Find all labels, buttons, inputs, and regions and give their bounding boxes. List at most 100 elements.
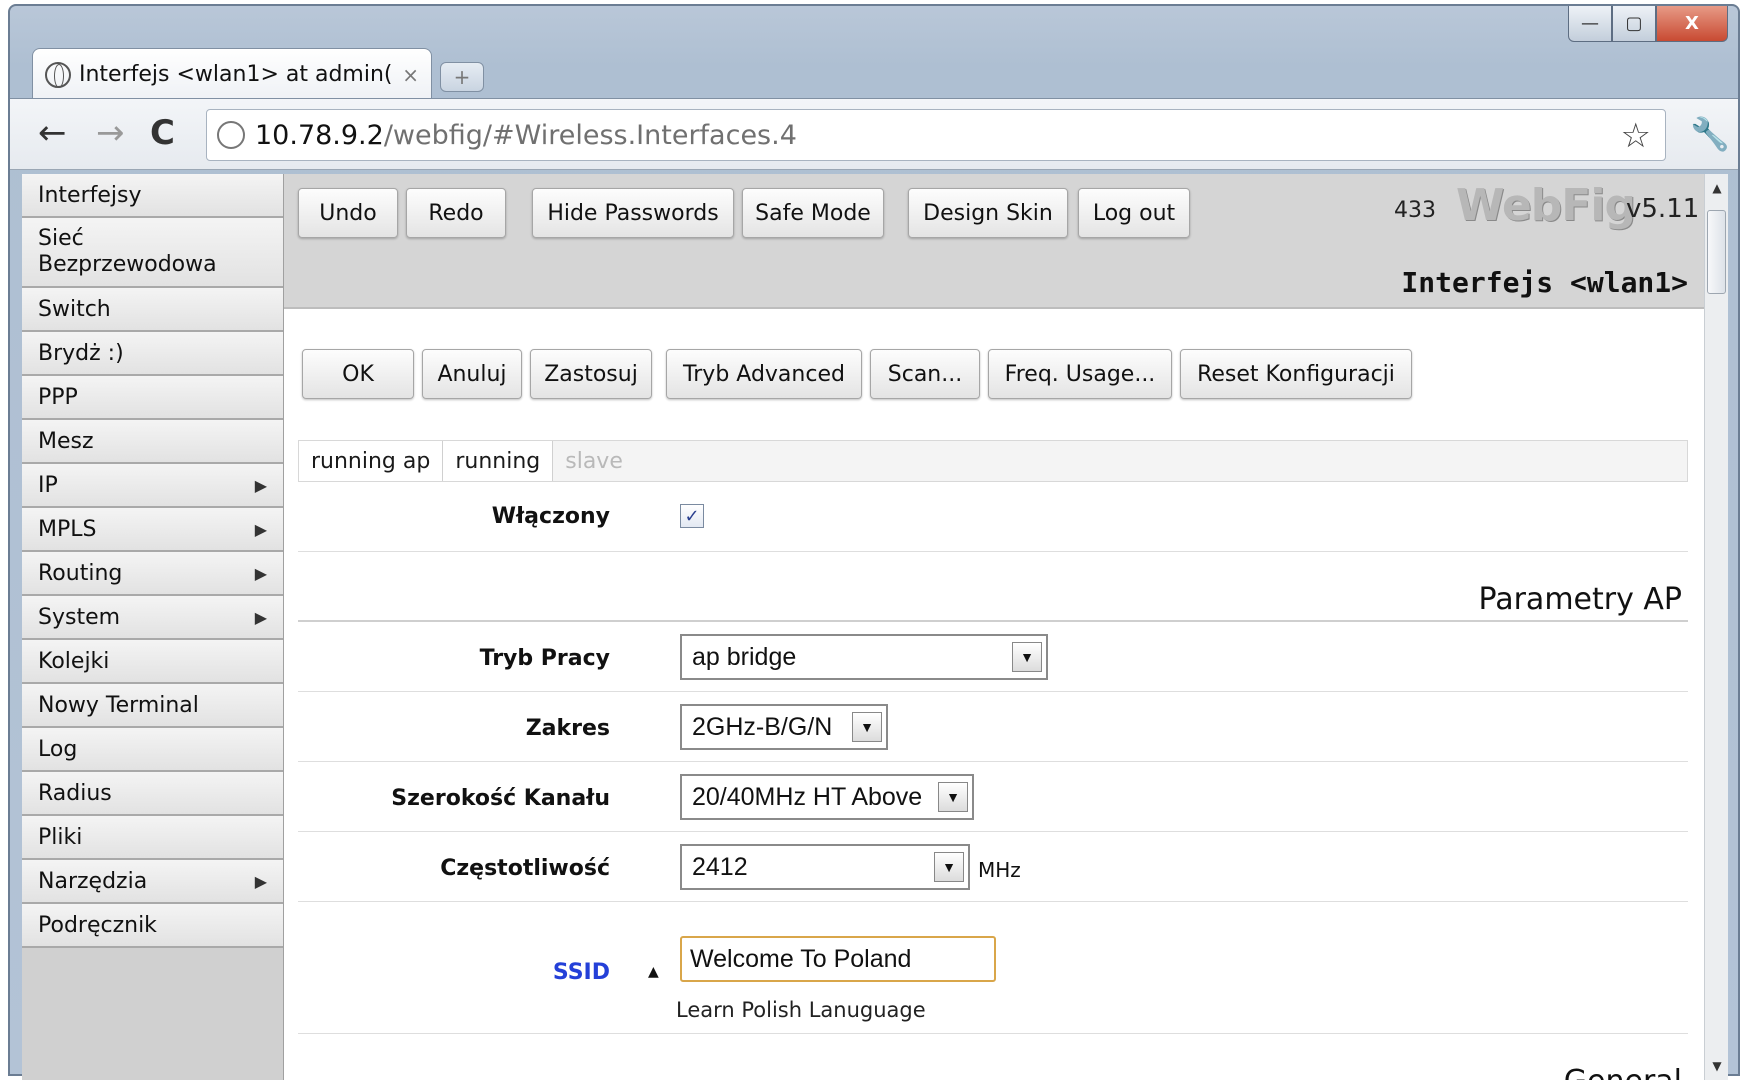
sidebar-item-label: IP [38, 472, 58, 498]
maximize-button[interactable]: ▢ [1612, 6, 1656, 42]
sidebar-item-label: Mesz [38, 428, 94, 454]
scroll-down-icon[interactable]: ▼ [1705, 1052, 1728, 1080]
status-bar: running ap running slave [298, 440, 1688, 482]
sidebar-item-label: Pliki [38, 824, 83, 850]
sidebar-item-label: Switch [38, 296, 111, 322]
browser-tab[interactable]: Interfejs <wlan1> at admin( × [32, 48, 432, 100]
sidebar-item-label: Routing [38, 560, 123, 586]
scan-button[interactable]: Scan... [870, 349, 980, 399]
sidebar-item[interactable]: Sieć Bezprzewodowa [22, 218, 283, 288]
sidebar-item[interactable]: MPLS ▶ [22, 508, 283, 552]
band-select[interactable]: 2GHz-B/G/N ▼ [680, 704, 888, 750]
scroll-up-icon[interactable]: ▲ [1705, 174, 1728, 202]
sidebar-menu: Interfejsy Sieć Bezprzewodowa Switch Brydż … [22, 174, 284, 1080]
submenu-arrow-icon: ▶ [254, 475, 267, 495]
cancel-button[interactable]: Anuluj [422, 349, 522, 399]
minimize-button[interactable]: — [1568, 6, 1612, 42]
status-running-ap: running ap [299, 441, 444, 481]
sidebar-item[interactable]: PPP [22, 376, 283, 420]
sidebar-item[interactable]: Switch [22, 288, 283, 332]
bookmark-star-icon[interactable]: ☆ [1621, 116, 1651, 156]
ssid-row: SSID ▲ Welcome To Poland [298, 936, 1688, 992]
address-bar[interactable]: 10.78.9.2/webfig/#Wireless.Interfaces.4 … [206, 109, 1666, 161]
sidebar-item[interactable]: Radius [22, 772, 283, 816]
wrench-menu-icon[interactable]: 🔧 [1690, 115, 1730, 153]
frequency-select[interactable]: 2412 ▼ [680, 844, 970, 890]
sidebar-item[interactable]: Nowy Terminal [22, 684, 283, 728]
sidebar-item[interactable]: Kolejki [22, 640, 283, 684]
channel-width-label: Szerokość Kanału [391, 786, 610, 811]
section-title-ap: Parametry AP [1478, 582, 1682, 617]
frequency-unit: MHz [978, 858, 1021, 882]
safe-mode-button[interactable]: Safe Mode [742, 188, 884, 238]
enabled-row: Włączony ✓ [298, 484, 1688, 552]
status-slave: slave [565, 448, 623, 474]
sidebar-item[interactable]: Interfejsy [22, 174, 283, 218]
counter: 433 [1394, 198, 1436, 223]
sidebar-item-label: Podręcznik [38, 912, 157, 938]
page-info-icon[interactable] [217, 121, 245, 149]
sidebar-item-label: MPLS [38, 516, 97, 542]
forward-arrow-icon[interactable]: → [96, 113, 125, 153]
collapse-arrow-icon[interactable]: ▲ [648, 964, 659, 980]
page-viewport: Interfejsy Sieć Bezprzewodowa Switch Brydż … [22, 174, 1728, 1080]
chevron-down-icon[interactable]: ▼ [1012, 642, 1042, 672]
enabled-checkbox[interactable]: ✓ [680, 504, 704, 528]
hide-passwords-button[interactable]: Hide Passwords [532, 188, 734, 238]
window-controls: — ▢ X [1568, 6, 1728, 42]
sidebar-item[interactable]: Mesz [22, 420, 283, 464]
log-out-button[interactable]: Log out [1078, 188, 1190, 238]
ssid-hint: Learn Polish Lanuguage [676, 998, 926, 1022]
ap-section-header: Parametry AP [298, 552, 1688, 622]
webfig-logo: WebFig [1456, 180, 1636, 231]
scroll-thumb[interactable] [1707, 210, 1726, 294]
ssid-label[interactable]: SSID [553, 960, 610, 985]
mode-select[interactable]: ap bridge ▼ [680, 634, 1048, 680]
close-window-button[interactable]: X [1656, 6, 1728, 42]
tab-title: Interfejs <wlan1> at admin( [79, 62, 393, 87]
apply-button[interactable]: Zastosuj [530, 349, 652, 399]
sidebar-item[interactable]: Log [22, 728, 283, 772]
sidebar-item[interactable]: Pliki [22, 816, 283, 860]
channel-width-select[interactable]: 20/40MHz HT Above ▼ [680, 774, 974, 820]
version-label: v5.11 [1626, 194, 1700, 224]
main-content: Undo Redo Hide Passwords Safe Mode Desig… [284, 174, 1704, 1080]
mode-row: Tryb Pracy ap bridge ▼ [298, 622, 1688, 692]
chevron-down-icon[interactable]: ▼ [852, 712, 882, 742]
advanced-mode-button[interactable]: Tryb Advanced [666, 349, 862, 399]
new-tab-button[interactable]: + [440, 62, 484, 92]
sidebar-item-label: Nowy Terminal [38, 692, 199, 718]
submenu-arrow-icon: ▶ [254, 519, 267, 539]
sidebar-item[interactable]: IP ▶ [22, 464, 283, 508]
sidebar-item[interactable]: Routing ▶ [22, 552, 283, 596]
reset-configuration-button[interactable]: Reset Konfiguracji [1180, 349, 1412, 399]
sidebar-item[interactable]: Brydż :) [22, 332, 283, 376]
url-host: 10.78.9.2 [255, 119, 384, 151]
sidebar-item[interactable]: System ▶ [22, 596, 283, 640]
frequency-value: 2412 [692, 852, 748, 881]
undo-button[interactable]: Undo [298, 188, 398, 238]
sidebar-item[interactable]: Narzędzia ▶ [22, 860, 283, 904]
enabled-label: Włączony [491, 504, 610, 529]
browser-window: — ▢ X Interfejs <wlan1> at admin( × + ← … [8, 4, 1740, 1080]
freq-usage-button[interactable]: Freq. Usage... [988, 349, 1172, 399]
ssid-input[interactable]: Welcome To Poland [680, 936, 996, 982]
tab-close-icon[interactable]: × [402, 63, 419, 87]
general-section-header: General [298, 1034, 1688, 1080]
page-scrollbar[interactable]: ▲ ▼ [1704, 174, 1728, 1080]
sidebar-item-label: Kolejki [38, 648, 110, 674]
redo-button[interactable]: Redo [406, 188, 506, 238]
sidebar-item-label: Interfejsy [38, 182, 142, 208]
chevron-down-icon[interactable]: ▼ [938, 782, 968, 812]
chevron-down-icon[interactable]: ▼ [934, 852, 964, 882]
sidebar-item[interactable]: Podręcznik [22, 904, 283, 948]
band-value: 2GHz-B/G/N [692, 712, 833, 741]
design-skin-button[interactable]: Design Skin [908, 188, 1068, 238]
url-path: /webfig/#Wireless.Interfaces.4 [383, 119, 797, 151]
submenu-arrow-icon: ▶ [254, 607, 267, 627]
back-arrow-icon[interactable]: ← [38, 113, 67, 153]
mode-value: ap bridge [692, 642, 797, 671]
ok-button[interactable]: OK [302, 349, 414, 399]
reload-icon[interactable]: C [150, 113, 175, 153]
band-row: Zakres 2GHz-B/G/N ▼ [298, 692, 1688, 762]
